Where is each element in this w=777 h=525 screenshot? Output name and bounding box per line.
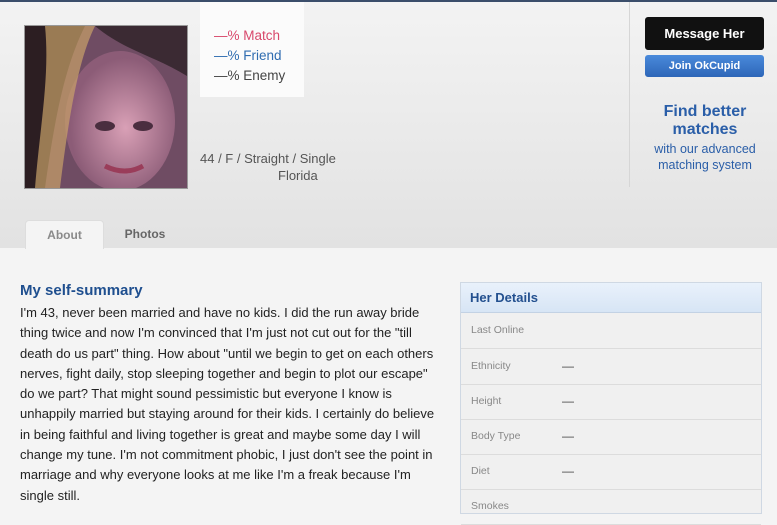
find-better-matches-link[interactable]: Find better matches — [635, 103, 775, 139]
detail-row-smokes: Smokes — [461, 489, 761, 525]
tab-about[interactable]: About — [25, 220, 104, 249]
tab-photos[interactable]: Photos — [110, 220, 180, 248]
match-percent: —% Match — [214, 28, 281, 43]
profile-location: Florida — [278, 168, 318, 183]
detail-row-height: Height — — [461, 384, 761, 420]
message-her-button[interactable]: Message Her — [645, 17, 764, 50]
detail-label: Height — [471, 395, 502, 407]
profile-basics: 44 / F / Straight / Single — [200, 151, 336, 166]
details-heading: Her Details — [461, 283, 761, 313]
detail-value: — — [562, 394, 574, 408]
detail-label: Last Online — [471, 324, 525, 336]
detail-value: — — [562, 429, 574, 443]
her-details-panel: Her Details Last Online Ethnicity — Heig… — [460, 282, 762, 525]
detail-label: Ethnicity — [471, 360, 511, 372]
self-summary-text: I'm 43, never been married and have no k… — [20, 305, 435, 503]
friend-percent: —% Friend — [214, 48, 282, 63]
matching-system-text[interactable]: with our advanced matching system — [635, 141, 775, 173]
detail-row-body-type: Body Type — — [461, 419, 761, 455]
profile-photo-image — [25, 26, 187, 188]
match-percentages: —% Match —% Friend —% Enemy — [200, 2, 304, 97]
detail-label: Diet — [471, 465, 490, 477]
detail-row-diet: Diet — — [461, 454, 761, 490]
essay-heading: My self-summary — [20, 282, 143, 299]
enemy-percent: —% Enemy — [214, 68, 286, 83]
detail-label: Body Type — [471, 430, 521, 442]
detail-row-ethnicity: Ethnicity — — [461, 349, 761, 385]
profile-photo[interactable] — [24, 25, 188, 189]
detail-label: Smokes — [471, 500, 509, 512]
detail-value: — — [562, 464, 574, 478]
detail-row-last-online: Last Online — [461, 313, 761, 349]
join-okcupid-button[interactable]: Join OkCupid — [645, 55, 764, 77]
detail-value: — — [562, 359, 574, 373]
